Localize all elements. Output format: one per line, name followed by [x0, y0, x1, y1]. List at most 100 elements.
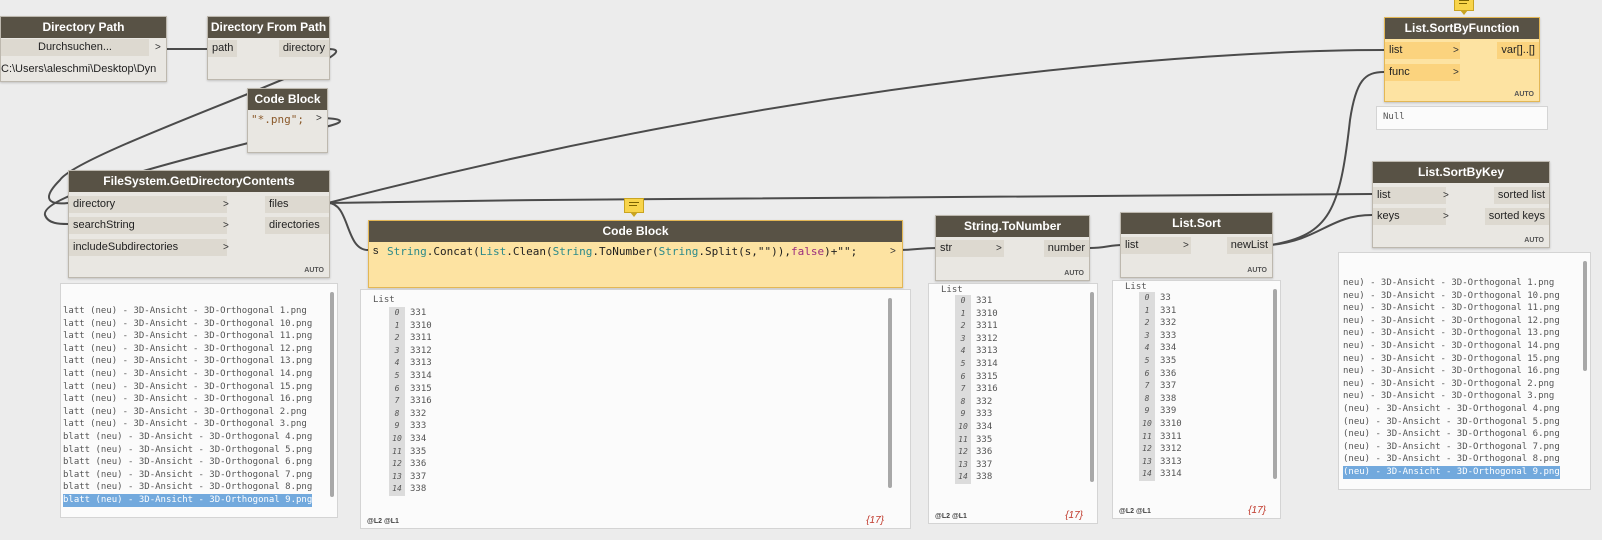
list-item[interactable]: 12 336 — [389, 458, 432, 471]
list-item[interactable]: neu) - 3D-Ansicht - 3D-Orthogonal 1.png — [1343, 277, 1560, 290]
list-item[interactable]: 12 3312 — [1139, 443, 1182, 456]
list-item[interactable]: neu) - 3D-Ansicht - 3D-Orthogonal 13.png — [1343, 327, 1560, 340]
list-item[interactable]: 3 3312 — [389, 344, 432, 358]
list-item[interactable]: neu) - 3D-Ansicht - 3D-Orthogonal 14.png — [1343, 340, 1560, 353]
code-text[interactable]: String.Concat(List.Clean(String.ToNumber… — [387, 245, 857, 258]
output-arrow[interactable]: > — [316, 110, 322, 127]
list-item[interactable]: blatt (neu) - 3D-Ansicht - 3D-Orthogonal… — [63, 493, 313, 507]
list-item[interactable]: (neu) - 3D-Ansicht - 3D-Orthogonal 5.png — [1343, 416, 1560, 429]
list-item[interactable]: 4 334 — [1139, 342, 1182, 355]
sortbyfunction-preview[interactable]: Null — [1376, 106, 1548, 130]
list-item[interactable]: 4 3313 — [389, 357, 432, 370]
list-item[interactable]: neu) - 3D-Ansicht - 3D-Orthogonal 12.png — [1343, 315, 1560, 328]
list-item[interactable]: (neu) - 3D-Ansicht - 3D-Orthogonal 4.png — [1343, 403, 1560, 416]
output-port-number[interactable]: number — [1043, 240, 1089, 257]
list-item[interactable]: 8 332 — [389, 407, 432, 421]
list-item[interactable]: blatt (neu) - 3D-Ansicht - 3D-Orthogonal… — [63, 481, 312, 494]
list-item[interactable]: 14 338 — [955, 471, 998, 484]
list-item[interactable]: latt (neu) - 3D-Ansicht - 3D-Orthogonal … — [63, 381, 312, 394]
output-arrow[interactable]: > — [155, 39, 161, 56]
list-item[interactable]: 13 337 — [955, 458, 998, 472]
list-item[interactable]: 5 335 — [1139, 354, 1182, 368]
code-block-node[interactable]: Code Block "*.png"; > — [247, 88, 328, 153]
list-item[interactable]: (neu) - 3D-Ansicht - 3D-Orthogonal 8.png — [1343, 453, 1560, 466]
list-item[interactable]: latt (neu) - 3D-Ansicht - 3D-Orthogonal … — [63, 368, 312, 381]
list-item[interactable]: 6 3315 — [955, 370, 998, 384]
list-item[interactable]: 0 331 — [389, 307, 432, 320]
scrollbar[interactable] — [888, 298, 892, 488]
sort-preview[interactable]: List 0 33 1 331 2 332 3 333 4 334 5 335 6 336 7 337 8 338… — [1112, 280, 1281, 519]
list-item[interactable]: 10 3310 — [1139, 417, 1182, 431]
list-item[interactable]: 6 3315 — [389, 382, 432, 396]
list-item[interactable]: 2 3311 — [955, 320, 998, 333]
input-port-list[interactable]: list — [1121, 237, 1191, 254]
list-item[interactable]: 10 334 — [389, 432, 432, 446]
list-item[interactable]: blatt (neu) - 3D-Ansicht - 3D-Orthogonal… — [63, 431, 312, 444]
list-item[interactable]: neu) - 3D-Ansicht - 3D-Orthogonal 10.png — [1343, 290, 1560, 303]
sortbykey-preview[interactable]: neu) - 3D-Ansicht - 3D-Orthogonal 1.png n… — [1338, 252, 1591, 490]
output-port-sorted-keys[interactable]: sorted keys — [1484, 208, 1549, 225]
list-item[interactable]: 7 3316 — [955, 383, 998, 396]
string-to-number-node[interactable]: String.ToNumber str > number AUTO — [935, 215, 1090, 281]
output-port-var[interactable]: var[]..[] — [1497, 42, 1539, 59]
list-sort-node[interactable]: List.Sort list > newList AUTO — [1120, 212, 1273, 278]
list-item[interactable]: (neu) - 3D-Ansicht - 3D-Orthogonal 7.png — [1343, 441, 1560, 454]
list-item[interactable]: 6 336 — [1139, 367, 1182, 381]
list-item[interactable]: 0 33 — [1139, 292, 1182, 305]
output-arrow[interactable]: > — [890, 243, 896, 260]
input-port-keys[interactable]: keys — [1373, 208, 1446, 225]
list-item[interactable]: 7 3316 — [389, 395, 432, 408]
list-item[interactable]: 14 338 — [389, 483, 432, 496]
list-item[interactable]: 4 3313 — [955, 345, 998, 358]
list-item[interactable]: 3 3312 — [955, 332, 998, 346]
list-item[interactable]: 1 3310 — [955, 307, 998, 321]
list-item[interactable]: 11 335 — [389, 445, 432, 459]
output-port-directories[interactable]: directories — [265, 217, 329, 234]
list-item[interactable]: 8 332 — [955, 395, 998, 409]
list-item[interactable]: 9 333 — [389, 420, 432, 433]
input-port-list[interactable]: list — [1385, 42, 1460, 59]
list-item[interactable]: (neu) - 3D-Ansicht - 3D-Orthogonal 9.png — [1343, 465, 1560, 479]
input-port-includesubdirectories[interactable]: includeSubdirectories — [69, 239, 227, 256]
list-item[interactable]: blatt (neu) - 3D-Ansicht - 3D-Orthogonal… — [63, 469, 312, 482]
list-item[interactable]: 3 333 — [1139, 329, 1182, 343]
list-item[interactable]: blatt (neu) - 3D-Ansicht - 3D-Orthogonal… — [63, 456, 312, 469]
list-item[interactable]: (neu) - 3D-Ansicht - 3D-Orthogonal 6.png — [1343, 428, 1560, 441]
output-port-sorted-list[interactable]: sorted list — [1493, 187, 1549, 204]
input-port-list[interactable]: list — [1373, 187, 1446, 204]
list-item[interactable]: 9 339 — [1139, 405, 1182, 418]
output-port-newlist[interactable]: newList — [1226, 237, 1272, 254]
list-item[interactable]: 2 3311 — [389, 332, 432, 345]
list-item[interactable]: latt (neu) - 3D-Ansicht - 3D-Orthogonal … — [63, 406, 312, 419]
output-port-files[interactable]: files — [265, 196, 329, 213]
list-sort-by-function-node[interactable]: List.SortByFunction list > func > var[].… — [1384, 17, 1540, 102]
list-item[interactable]: 0 331 — [955, 295, 998, 308]
get-directory-contents-node[interactable]: FileSystem.GetDirectoryContents director… — [68, 170, 330, 278]
list-item[interactable]: 11 3311 — [1139, 430, 1182, 444]
list-item[interactable]: latt (neu) - 3D-Ansicht - 3D-Orthogonal … — [63, 318, 312, 331]
directory-path-node[interactable]: Directory Path Durchsuchen... > C:\Users… — [0, 16, 167, 82]
directory-from-path-node[interactable]: Directory From Path path directory — [207, 16, 330, 80]
list-item[interactable]: latt (neu) - 3D-Ansicht - 3D-Orthogonal … — [63, 343, 312, 356]
list-item[interactable]: neu) - 3D-Ansicht - 3D-Orthogonal 3.png — [1343, 390, 1560, 403]
input-port-func[interactable]: func — [1385, 64, 1460, 81]
list-item[interactable]: 11 335 — [955, 433, 998, 447]
list-item[interactable]: blatt (neu) - 3D-Ansicht - 3D-Orthogonal… — [63, 444, 312, 457]
string-concat-code-block-node[interactable]: Code Block s String.Concat(List.Clean(St… — [368, 220, 903, 288]
list-item[interactable]: 5 3314 — [389, 369, 432, 383]
concat-preview[interactable]: List 0 331 1 3310 2 3311 3 3312 4 3313 5 3314 6 3315 7… — [360, 289, 911, 529]
list-item[interactable]: latt (neu) - 3D-Ansicht - 3D-Orthogonal … — [63, 393, 312, 406]
input-port-str[interactable]: str — [936, 240, 1004, 257]
list-item[interactable]: latt (neu) - 3D-Ansicht - 3D-Orthogonal … — [63, 355, 312, 368]
list-item[interactable]: latt (neu) - 3D-Ansicht - 3D-Orthogonal … — [63, 418, 312, 431]
list-item[interactable]: 8 338 — [1139, 392, 1182, 406]
list-item[interactable]: 14 3314 — [1139, 468, 1182, 481]
scrollbar[interactable] — [1583, 261, 1587, 371]
files-preview[interactable]: latt (neu) - 3D-Ansicht - 3D-Orthogonal … — [60, 283, 338, 518]
input-port-s[interactable]: s — [369, 243, 383, 260]
scrollbar[interactable] — [1090, 292, 1094, 482]
input-port-path[interactable]: path — [208, 40, 238, 57]
output-port-directory[interactable]: directory — [278, 40, 329, 57]
list-sort-by-key-node[interactable]: List.SortByKey list > keys > sorted list… — [1372, 161, 1550, 248]
list-item[interactable]: 13 337 — [389, 470, 432, 484]
